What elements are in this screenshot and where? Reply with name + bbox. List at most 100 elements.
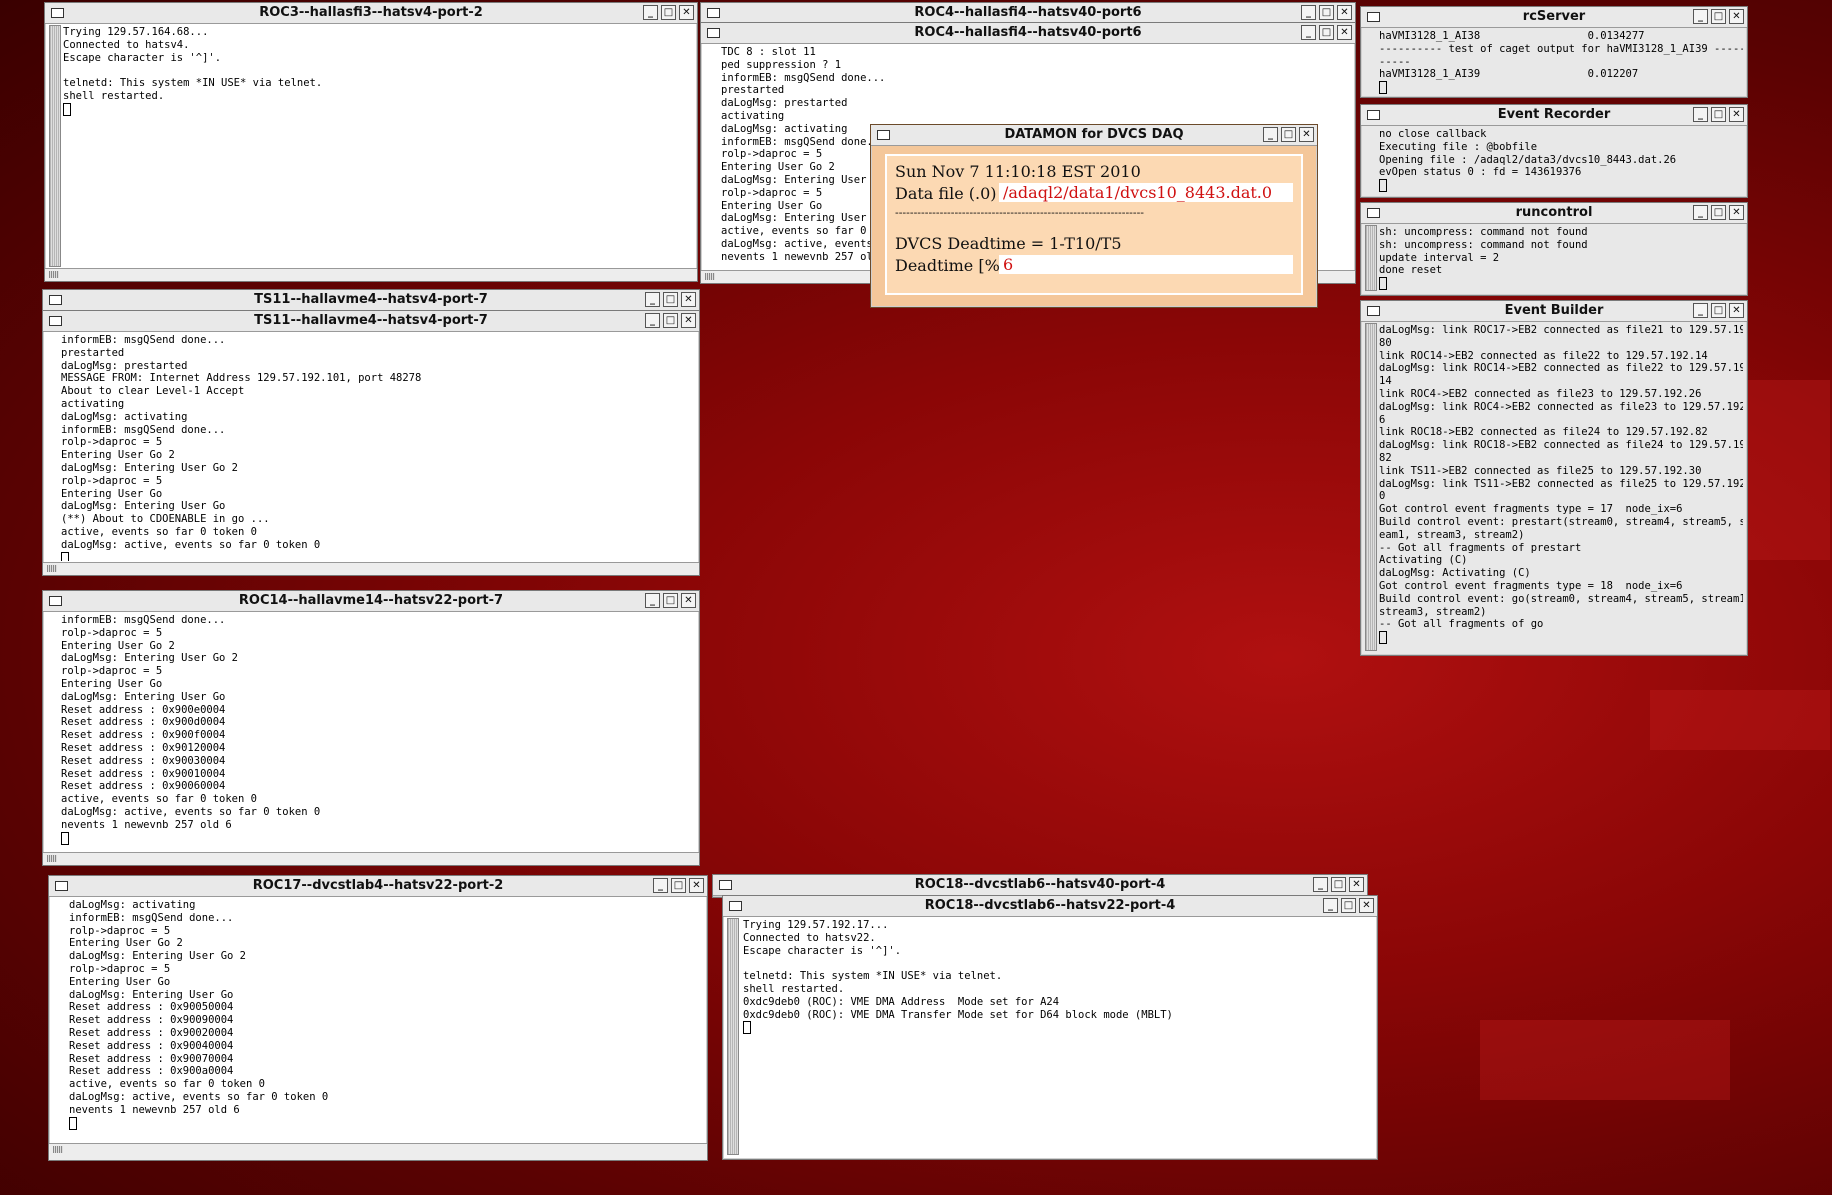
event-recorder-window[interactable]: Event Recorder _ □ ✕ no close callback E… bbox=[1360, 104, 1748, 198]
terminal-window-roc18[interactable]: ROC18--dvcstlab6--hatsv22-port-4 _ □ ✕ T… bbox=[722, 895, 1378, 1160]
minimize-button[interactable]: _ bbox=[1693, 107, 1708, 122]
maximize-button[interactable]: □ bbox=[1319, 25, 1334, 40]
close-button[interactable]: ✕ bbox=[1299, 127, 1314, 142]
terminal-output[interactable]: no close callback Executing file : @bobf… bbox=[1379, 128, 1743, 195]
minimize-button[interactable]: _ bbox=[1313, 877, 1328, 892]
close-button[interactable]: ✕ bbox=[1729, 9, 1744, 24]
event-builder-window[interactable]: Event Builder _ □ ✕ daLogMsg: link ROC17… bbox=[1360, 300, 1748, 656]
close-button[interactable]: ✕ bbox=[1729, 107, 1744, 122]
terminal-output[interactable]: Trying 129.57.192.17... Connected to hat… bbox=[743, 919, 1373, 1145]
close-button[interactable]: ✕ bbox=[679, 5, 694, 20]
scrollbar[interactable] bbox=[49, 25, 61, 267]
input-bar[interactable] bbox=[43, 852, 699, 865]
maximize-button[interactable]: □ bbox=[1711, 9, 1726, 24]
title-bar[interactable]: ROC4--hallasfi4--hatsv40-port6 _ □ ✕ bbox=[701, 3, 1355, 24]
close-button[interactable]: ✕ bbox=[681, 593, 696, 608]
window-menu-icon[interactable] bbox=[49, 316, 62, 326]
maximize-button[interactable]: □ bbox=[663, 593, 678, 608]
terminal-window-ts11[interactable]: TS11--hallavme4--hatsv4-port-7 _ □ ✕ inf… bbox=[42, 310, 700, 576]
close-button[interactable]: ✕ bbox=[1337, 25, 1352, 40]
title-bar[interactable]: TS11--hallavme4--hatsv4-port-7 _ □ ✕ bbox=[43, 290, 699, 311]
maximize-button[interactable]: □ bbox=[663, 313, 678, 328]
terminal-window-roc14[interactable]: ROC14--hallavme14--hatsv22-port-7 _ □ ✕ … bbox=[42, 590, 700, 866]
minimize-button[interactable]: _ bbox=[645, 593, 660, 608]
scrollbar[interactable] bbox=[1365, 323, 1377, 651]
title-bar[interactable]: DATAMON for DVCS DAQ _ □ ✕ bbox=[871, 125, 1317, 146]
rcserver-window[interactable]: rcServer _ □ ✕ haVMI3128_1_AI38 0.013427… bbox=[1360, 6, 1748, 98]
minimize-button[interactable]: _ bbox=[1301, 5, 1316, 20]
close-button[interactable]: ✕ bbox=[1359, 898, 1374, 913]
window-menu-icon[interactable] bbox=[1367, 208, 1380, 218]
maximize-button[interactable]: □ bbox=[1711, 107, 1726, 122]
title-bar[interactable]: Event Recorder _ □ ✕ bbox=[1361, 105, 1747, 126]
terminal-output[interactable]: Trying 129.57.164.68... Connected to hat… bbox=[63, 26, 693, 267]
window-menu-icon[interactable] bbox=[1367, 110, 1380, 120]
maximize-button[interactable]: □ bbox=[671, 878, 686, 893]
minimize-button[interactable]: _ bbox=[653, 878, 668, 893]
window-menu-icon[interactable] bbox=[1367, 12, 1380, 22]
title-bar[interactable]: TS11--hallavme4--hatsv4-port-7 _ □ ✕ bbox=[43, 311, 699, 332]
maximize-button[interactable]: □ bbox=[1319, 5, 1334, 20]
title-bar[interactable]: rcServer _ □ ✕ bbox=[1361, 7, 1747, 28]
minimize-button[interactable]: _ bbox=[645, 313, 660, 328]
maximize-button[interactable]: □ bbox=[1331, 877, 1346, 892]
minimize-button[interactable]: _ bbox=[1301, 25, 1316, 40]
close-button[interactable]: ✕ bbox=[681, 313, 696, 328]
terminal-window-roc3[interactable]: ROC3--hallasfi3--hatsv4-port-2 _ □ ✕ Try… bbox=[44, 2, 698, 282]
scrollbar[interactable] bbox=[727, 918, 739, 1155]
title-bar[interactable]: ROC14--hallavme14--hatsv22-port-7 _ □ ✕ bbox=[43, 591, 699, 612]
maximize-button[interactable]: □ bbox=[1711, 303, 1726, 318]
title-bar[interactable]: ROC18--dvcstlab6--hatsv22-port-4 _ □ ✕ bbox=[723, 896, 1377, 917]
terminal-output[interactable]: haVMI3128_1_AI38 0.0134277 ---------- te… bbox=[1379, 30, 1743, 95]
minimize-button[interactable]: _ bbox=[1323, 898, 1338, 913]
close-button[interactable]: ✕ bbox=[689, 878, 704, 893]
close-button[interactable]: ✕ bbox=[1729, 303, 1744, 318]
title-bar[interactable]: ROC4--hallasfi4--hatsv40-port6 _ □ ✕ bbox=[701, 23, 1355, 44]
maximize-button[interactable]: □ bbox=[1341, 898, 1356, 913]
terminal-output[interactable]: informEB: msgQSend done... prestarted da… bbox=[61, 334, 695, 561]
window-menu-icon[interactable] bbox=[877, 130, 890, 140]
minimize-button[interactable]: _ bbox=[1693, 205, 1708, 220]
window-menu-icon[interactable] bbox=[1367, 306, 1380, 316]
window-menu-icon[interactable] bbox=[55, 881, 68, 891]
text-cursor bbox=[1379, 631, 1387, 645]
minimize-button[interactable]: _ bbox=[1263, 127, 1278, 142]
minimize-button[interactable]: _ bbox=[1693, 9, 1708, 24]
separator: ----------------------------------------… bbox=[895, 206, 1145, 219]
title-bar[interactable]: ROC3--hallasfi3--hatsv4-port-2 _ □ ✕ bbox=[45, 3, 697, 24]
input-bar[interactable] bbox=[49, 1143, 707, 1160]
input-bar[interactable] bbox=[43, 562, 699, 575]
window-menu-icon[interactable] bbox=[51, 8, 64, 18]
terminal-window-roc17[interactable]: ROC17--dvcstlab4--hatsv22-port-2 _ □ ✕ d… bbox=[48, 875, 708, 1161]
terminal-output[interactable]: daLogMsg: activating informEB: msgQSend … bbox=[69, 899, 703, 1146]
input-bar[interactable] bbox=[45, 268, 697, 281]
maximize-button[interactable]: □ bbox=[1711, 205, 1726, 220]
title-bar[interactable]: ROC18--dvcstlab6--hatsv40-port-4 _ □ ✕ bbox=[713, 875, 1367, 896]
minimize-button[interactable]: _ bbox=[643, 5, 658, 20]
close-button[interactable]: ✕ bbox=[681, 292, 696, 307]
datamon-window[interactable]: DATAMON for DVCS DAQ _ □ ✕ Sun Nov 7 11:… bbox=[870, 124, 1318, 308]
minimize-button[interactable]: _ bbox=[645, 292, 660, 307]
window-menu-icon[interactable] bbox=[729, 901, 742, 911]
terminal-output[interactable]: informEB: msgQSend done... rolp->daproc … bbox=[61, 614, 695, 851]
terminal-output[interactable]: sh: uncompress: command not found sh: un… bbox=[1379, 226, 1743, 293]
maximize-button[interactable]: □ bbox=[661, 5, 676, 20]
title-bar[interactable]: Event Builder _ □ ✕ bbox=[1361, 301, 1747, 322]
window-menu-icon[interactable] bbox=[707, 8, 720, 18]
window-menu-icon[interactable] bbox=[49, 596, 62, 606]
minimize-button[interactable]: _ bbox=[1693, 303, 1708, 318]
window-title: ROC18--dvcstlab6--hatsv40-port-4 bbox=[914, 877, 1166, 892]
maximize-button[interactable]: □ bbox=[1281, 127, 1296, 142]
title-bar[interactable]: runcontrol _ □ ✕ bbox=[1361, 203, 1747, 224]
scrollbar[interactable] bbox=[1365, 225, 1377, 291]
close-button[interactable]: ✕ bbox=[1337, 5, 1352, 20]
terminal-output[interactable]: daLogMsg: link ROC17->EB2 connected as f… bbox=[1379, 324, 1743, 653]
window-menu-icon[interactable] bbox=[719, 880, 732, 890]
close-button[interactable]: ✕ bbox=[1349, 877, 1364, 892]
maximize-button[interactable]: □ bbox=[663, 292, 678, 307]
title-bar[interactable]: ROC17--dvcstlab4--hatsv22-port-2 _ □ ✕ bbox=[49, 876, 707, 897]
window-menu-icon[interactable] bbox=[707, 28, 720, 38]
runcontrol-window[interactable]: runcontrol _ □ ✕ sh: uncompress: command… bbox=[1360, 202, 1748, 296]
window-menu-icon[interactable] bbox=[49, 295, 62, 305]
close-button[interactable]: ✕ bbox=[1729, 205, 1744, 220]
